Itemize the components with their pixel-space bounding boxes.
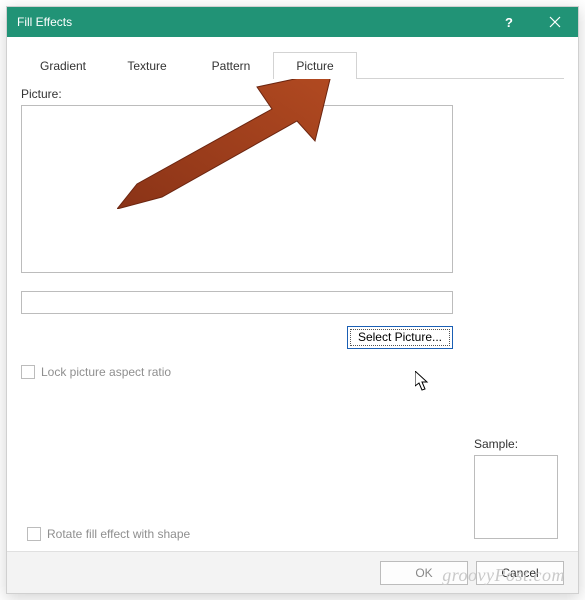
- rotate-checkbox[interactable]: [27, 527, 41, 541]
- sample-label: Sample:: [474, 437, 558, 451]
- tab-texture[interactable]: Texture: [105, 52, 189, 79]
- tab-picture[interactable]: Picture: [273, 52, 357, 79]
- close-icon: [549, 16, 561, 28]
- lock-aspect-checkbox[interactable]: [21, 365, 35, 379]
- picture-section-label: Picture:: [21, 87, 564, 101]
- tab-label: Gradient: [40, 59, 86, 73]
- tab-bar: Gradient Texture Pattern Picture: [21, 51, 564, 79]
- select-picture-button[interactable]: Select Picture...: [347, 326, 453, 349]
- tab-label: Picture: [296, 59, 333, 73]
- dialog-footer: OK Cancel: [7, 551, 578, 593]
- rotate-row: Rotate fill effect with shape: [27, 527, 190, 541]
- lock-aspect-row: Lock picture aspect ratio: [21, 365, 564, 379]
- help-button[interactable]: ?: [486, 7, 532, 37]
- picture-preview: [21, 105, 453, 273]
- ok-button[interactable]: OK: [380, 561, 468, 585]
- tab-gradient[interactable]: Gradient: [21, 52, 105, 79]
- cancel-button[interactable]: Cancel: [476, 561, 564, 585]
- tab-pattern[interactable]: Pattern: [189, 52, 273, 79]
- lock-aspect-label: Lock picture aspect ratio: [41, 365, 171, 379]
- window-title: Fill Effects: [7, 15, 486, 29]
- titlebar: Fill Effects ?: [7, 7, 578, 37]
- sample-area: Sample:: [474, 437, 558, 539]
- sample-preview: [474, 455, 558, 539]
- tab-label: Texture: [127, 59, 166, 73]
- dialog-window: Fill Effects ? Gradient Texture Pattern …: [6, 6, 579, 594]
- close-button[interactable]: [532, 7, 578, 37]
- tab-label: Pattern: [212, 59, 251, 73]
- rotate-label: Rotate fill effect with shape: [47, 527, 190, 541]
- dialog-content: Gradient Texture Pattern Picture Picture…: [7, 37, 578, 389]
- picture-filename-box: [21, 291, 453, 314]
